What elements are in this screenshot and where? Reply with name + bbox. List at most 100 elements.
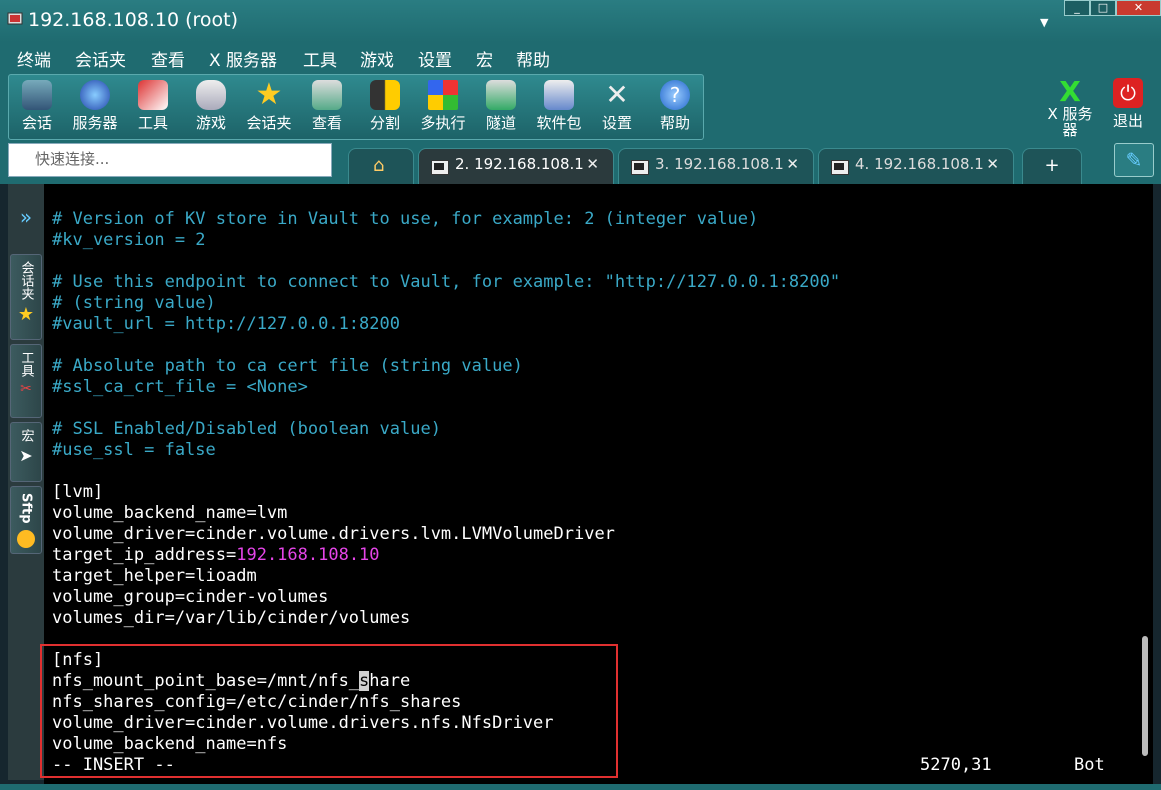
terminal-line: # Version of KV store in Vault to use, f… bbox=[52, 209, 759, 229]
home-tab[interactable]: ⌂ bbox=[348, 148, 414, 184]
menu-sessions[interactable]: 会话夹 bbox=[75, 46, 126, 71]
cursor-position: 5270,31 bbox=[920, 755, 992, 775]
tools-icon bbox=[138, 80, 168, 110]
packages-icon bbox=[544, 80, 574, 110]
monitor-icon bbox=[312, 80, 342, 110]
close-tab-icon[interactable]: ✕ bbox=[786, 155, 799, 173]
xserver-button[interactable]: X X 服务器 bbox=[1040, 75, 1100, 139]
terminal-icon bbox=[831, 160, 849, 175]
tab-session-2[interactable]: 2. 192.168.108.1 ✕ bbox=[418, 148, 614, 184]
exit-label: 退出 bbox=[1112, 112, 1143, 130]
toolbar-label: 软件包 bbox=[536, 114, 582, 132]
close-tab-icon[interactable]: ✕ bbox=[986, 155, 999, 173]
sidebar-item-sftp[interactable]: Sftp bbox=[10, 486, 42, 554]
toolbar-label: 查看 bbox=[311, 114, 342, 132]
star-icon: ★ bbox=[255, 77, 283, 112]
bottom-border bbox=[0, 784, 1161, 790]
terminal-line: volume_driver=cinder.volume.drivers.lvm.… bbox=[52, 524, 615, 544]
sidebar-item-tools[interactable]: 工具 ✂ bbox=[10, 344, 42, 418]
sidebar-item-label: 工具 bbox=[18, 351, 34, 377]
menu-xserver[interactable]: X 服务器 bbox=[209, 46, 277, 71]
toolbar-label: 会话夹 bbox=[246, 114, 292, 132]
help-icon: ? bbox=[660, 80, 690, 110]
toolbar-group: 会话 服务器 工具 游戏 ★ 会话夹 查看 分割 多执行 隧道 软件包 ✕ 设置… bbox=[8, 74, 704, 140]
toolbar-help-button[interactable]: ? 帮助 bbox=[647, 75, 703, 139]
menu-terminal[interactable]: 终端 bbox=[17, 46, 51, 71]
chevron-down-icon[interactable]: ▼ bbox=[1040, 16, 1048, 29]
session-icon bbox=[22, 80, 52, 110]
window-title: 192.168.108.10 (root) bbox=[28, 9, 239, 31]
terminal-icon bbox=[431, 160, 449, 175]
terminal-line: volumes_dir=/var/lib/cinder/volumes bbox=[52, 608, 411, 628]
terminal-line: volume_group=cinder-volumes bbox=[52, 587, 329, 607]
minimize-button[interactable]: _ bbox=[1064, 0, 1090, 16]
sidebar-expand-icon[interactable]: » bbox=[10, 204, 42, 232]
menu-view[interactable]: 查看 bbox=[151, 46, 185, 71]
plus-icon: + bbox=[1044, 155, 1060, 176]
maximize-button[interactable]: □ bbox=[1090, 0, 1116, 16]
terminal-scrollbar[interactable] bbox=[1138, 184, 1153, 784]
terminal-line: volume_backend_name=lvm bbox=[52, 503, 288, 523]
home-icon: ⌂ bbox=[373, 155, 385, 176]
exit-button[interactable]: ⏻ 退出 bbox=[1106, 78, 1150, 131]
toolbar-session-button[interactable]: 会话 bbox=[9, 75, 65, 139]
toolbar-settings-button[interactable]: ✕ 设置 bbox=[589, 75, 645, 139]
config-key: target_ip_address= bbox=[52, 545, 237, 565]
sidebar-item-label: 会话夹 bbox=[18, 261, 34, 300]
sidebar-item-sessions[interactable]: 会话夹 ★ bbox=[10, 254, 42, 340]
wrench-icon: ✕ bbox=[605, 78, 629, 111]
attach-icon[interactable]: ✎ bbox=[1114, 143, 1154, 177]
terminal-line: [lvm] bbox=[52, 482, 104, 502]
sidebar-item-label: 宏 bbox=[18, 429, 34, 442]
split-icon bbox=[370, 80, 400, 110]
tab-label: 4. 192.168.108.1 bbox=[855, 155, 984, 173]
tab-session-3[interactable]: 3. 192.168.108.1 ✕ bbox=[618, 148, 814, 184]
multiexec-icon bbox=[428, 80, 458, 110]
sftp-icon bbox=[17, 529, 35, 548]
star-icon: ★ bbox=[17, 304, 35, 325]
terminal-line: # Use this endpoint to connect to Vault,… bbox=[52, 272, 841, 292]
new-tab-button[interactable]: + bbox=[1022, 148, 1082, 184]
sidebar-item-label: Sftp bbox=[18, 493, 34, 524]
terminal-area[interactable]: # Version of KV store in Vault to use, f… bbox=[40, 184, 1138, 784]
toolbar: 会话 服务器 工具 游戏 ★ 会话夹 查看 分割 多执行 隧道 软件包 ✕ 设置… bbox=[0, 72, 1161, 140]
highlight-box bbox=[40, 644, 618, 778]
menu-bar: 终端 会话夹 查看 X 服务器 工具 游戏 设置 宏 帮助 bbox=[0, 42, 1161, 72]
terminal-line: # Absolute path to ca cert file (string … bbox=[52, 356, 523, 376]
toolbar-sessions-button[interactable]: ★ 会话夹 bbox=[241, 75, 297, 139]
toolbar-label: 隧道 bbox=[485, 114, 516, 132]
terminal-line: target_helper=lioadm bbox=[52, 566, 257, 586]
toolbar-view-button[interactable]: 查看 bbox=[299, 75, 355, 139]
menu-help[interactable]: 帮助 bbox=[516, 46, 550, 71]
globe-icon bbox=[80, 80, 110, 110]
power-icon: ⏻ bbox=[1113, 78, 1143, 108]
terminal-line: #use_ssl = false bbox=[52, 440, 216, 460]
tools-icon: ✂ bbox=[20, 381, 32, 397]
gamepad-icon bbox=[196, 80, 226, 110]
toolbar-servers-button[interactable]: 服务器 bbox=[67, 75, 123, 139]
quick-connect-input[interactable]: 快速连接... bbox=[8, 143, 332, 177]
toolbar-tools-button[interactable]: 工具 bbox=[125, 75, 181, 139]
toolbar-split-button[interactable]: 分割 bbox=[357, 75, 413, 139]
menu-macros[interactable]: 宏 bbox=[476, 46, 493, 71]
send-icon: ➤ bbox=[19, 446, 33, 465]
close-button[interactable]: ✕ bbox=[1116, 0, 1161, 16]
tab-session-4[interactable]: 4. 192.168.108.1 ✕ bbox=[818, 148, 1014, 184]
tunnel-icon bbox=[486, 80, 516, 110]
menu-tools[interactable]: 工具 bbox=[303, 46, 337, 71]
toolbar-tunnel-button[interactable]: 隧道 bbox=[473, 75, 529, 139]
toolbar-label: 帮助 bbox=[659, 114, 690, 132]
toolbar-games-button[interactable]: 游戏 bbox=[183, 75, 239, 139]
menu-games[interactable]: 游戏 bbox=[360, 46, 394, 71]
scrollbar-thumb[interactable] bbox=[1142, 636, 1148, 756]
app-icon bbox=[7, 12, 23, 25]
scroll-percent: Bot bbox=[1074, 755, 1105, 775]
toolbar-multiexec-button[interactable]: 多执行 bbox=[415, 75, 471, 139]
sidebar-item-macros[interactable]: 宏 ➤ bbox=[10, 422, 42, 482]
x-icon: X bbox=[1059, 75, 1081, 108]
terminal-line: #ssl_ca_crt_file = <None> bbox=[52, 377, 308, 397]
toolbar-packages-button[interactable]: 软件包 bbox=[531, 75, 587, 139]
close-tab-icon[interactable]: ✕ bbox=[586, 155, 599, 173]
menu-settings[interactable]: 设置 bbox=[418, 46, 452, 71]
terminal-icon bbox=[631, 160, 649, 175]
